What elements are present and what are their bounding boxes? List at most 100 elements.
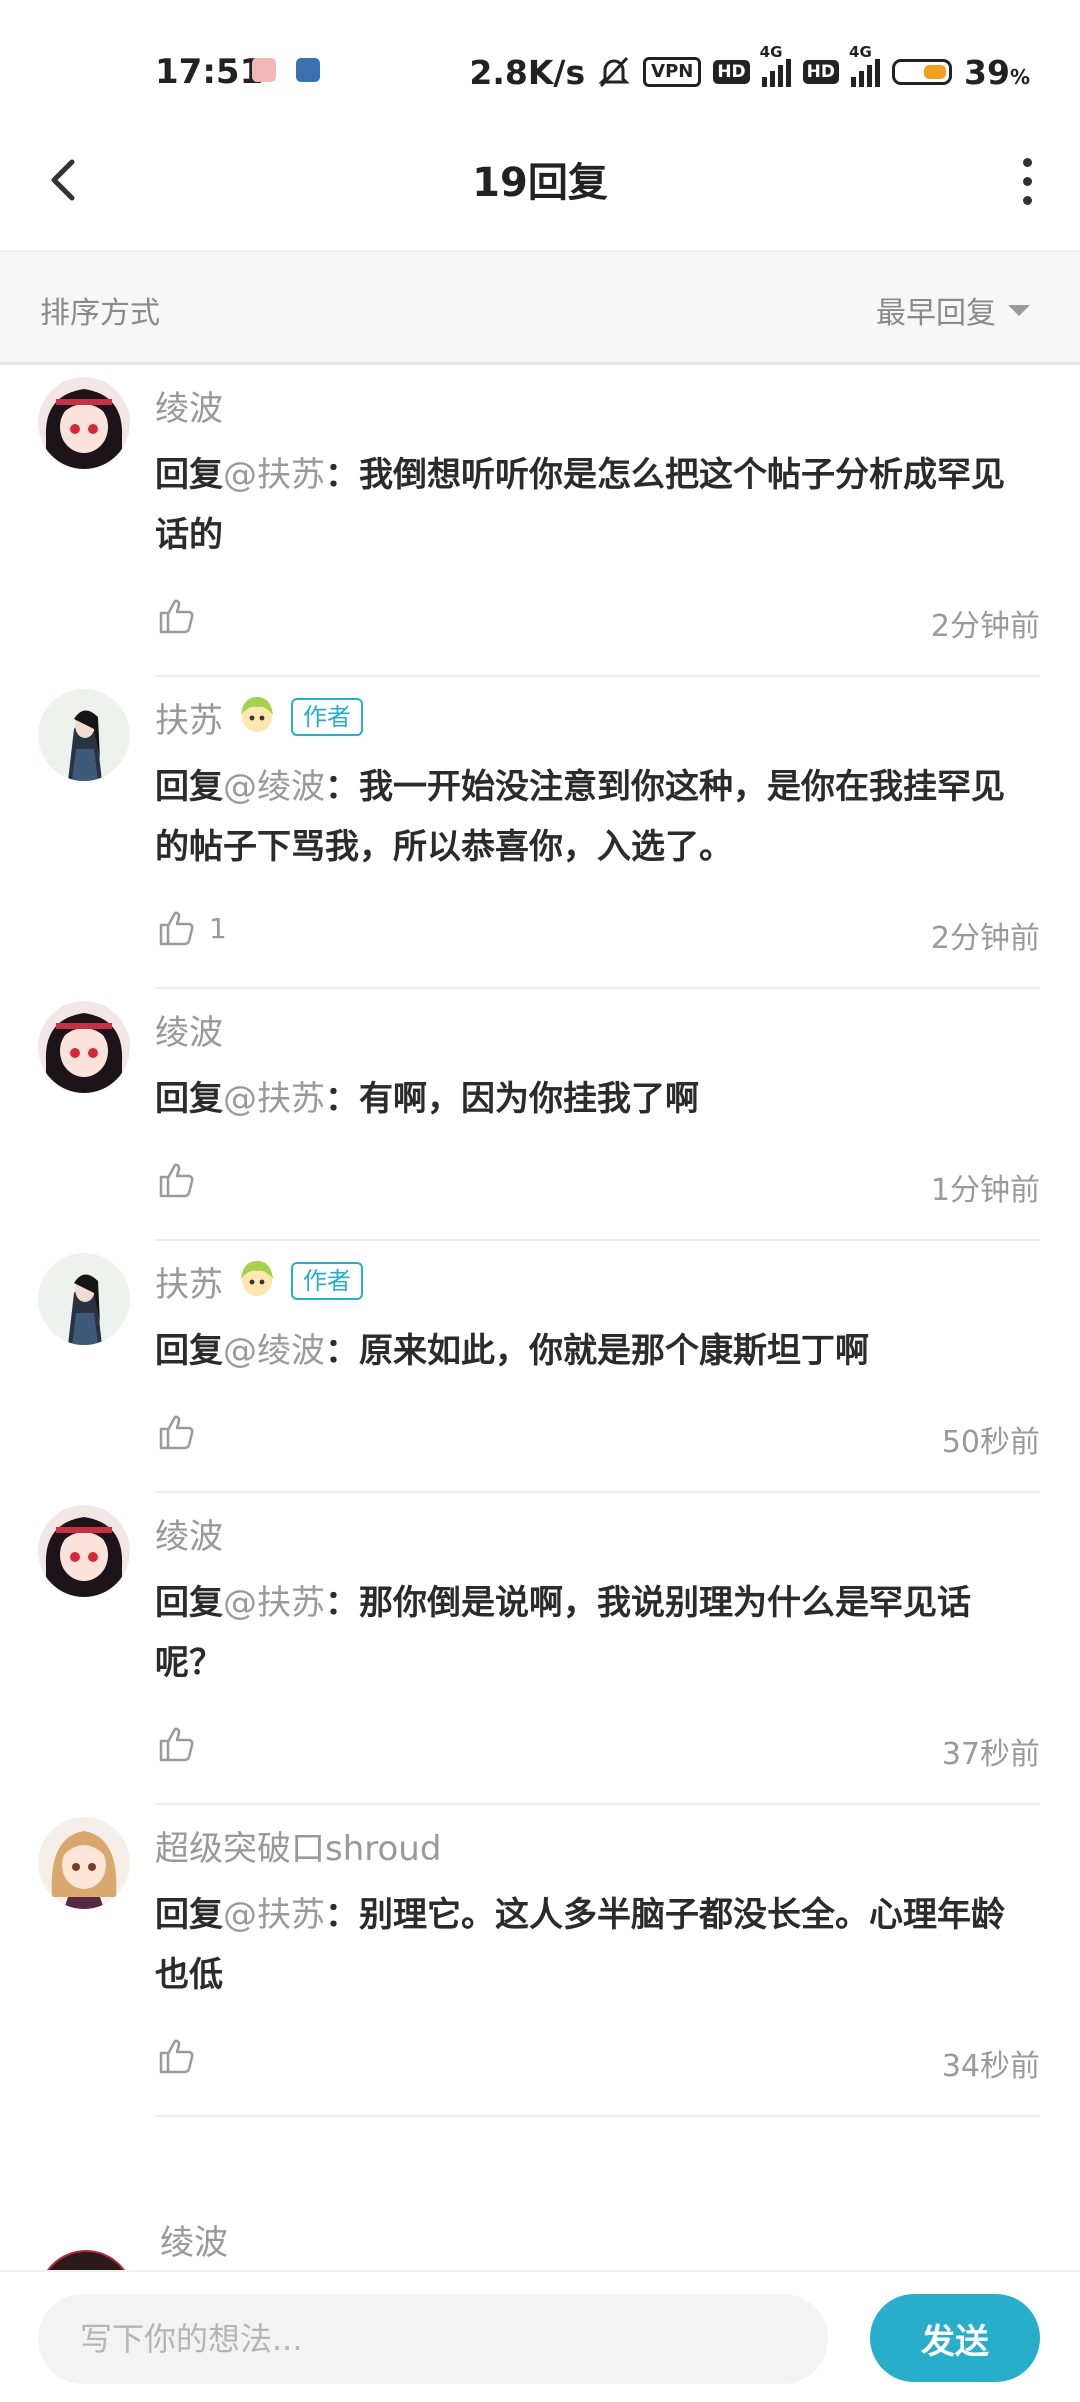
reply-time: 50秒前 xyxy=(941,1425,1040,1460)
avatar[interactable] xyxy=(38,689,130,781)
reply-item[interactable]: 绫波 回复@扶苏：那你倒是说啊，我说别理为什么是罕见话呢？ 37秒前 xyxy=(0,1493,1080,1805)
reply-prefix: 回复 xyxy=(155,1079,223,1119)
more-options-button[interactable] xyxy=(1012,158,1042,205)
reply-author-name[interactable]: 绫波 xyxy=(155,1005,223,1054)
battery-icon xyxy=(892,59,953,85)
vpn-icon: VPN xyxy=(643,57,702,87)
like-count: 1 xyxy=(209,911,227,945)
notification-app-icon xyxy=(252,58,276,82)
reply-header: 扶苏 作者 xyxy=(155,1241,1040,1321)
reply-prefix: 回复 xyxy=(155,1583,223,1623)
reply-time: 37秒前 xyxy=(941,1737,1040,1772)
reply-item[interactable]: 绫波 回复@扶苏：有啊，因为你挂我了啊 1分钟前 xyxy=(0,989,1080,1241)
signal-icon: 4G xyxy=(849,43,881,87)
mention-link[interactable]: @绫波 xyxy=(223,1331,325,1371)
author-tag: 作者 xyxy=(291,698,363,736)
title-bar: 19回复 xyxy=(0,110,1080,252)
comment-composer: 发送 xyxy=(0,2270,1080,2402)
hd-icon: HD xyxy=(713,60,750,84)
reply-prefix: 回复 xyxy=(155,1331,223,1371)
mention-link[interactable]: @扶苏 xyxy=(223,1583,325,1623)
battery-percent: 39% xyxy=(964,52,1030,92)
notification-app-icon xyxy=(296,58,320,82)
caret-down-icon xyxy=(1008,304,1030,316)
reply-content: 回复@扶苏：我倒想听听你是怎么把这个帖子分析成罕见话的 xyxy=(155,445,1030,565)
reply-meta: 2分钟前 xyxy=(155,565,1040,677)
reply-header: 扶苏 作者 xyxy=(155,677,1040,757)
reply-meta: 1 2分钟前 xyxy=(155,877,1040,989)
like-button[interactable]: 1 xyxy=(155,907,227,949)
mention-link[interactable]: @扶苏 xyxy=(223,1895,325,1935)
reply-prefix: 回复 xyxy=(155,767,223,807)
sort-bar: 排序方式 最早回复 xyxy=(0,252,1080,365)
like-button[interactable] xyxy=(155,1159,197,1201)
avatar[interactable] xyxy=(38,1505,130,1597)
mention-link[interactable]: @扶苏 xyxy=(223,455,325,495)
reply-author-name[interactable]: 超级突破口shroud xyxy=(155,1821,441,1870)
comment-input[interactable] xyxy=(38,2294,828,2384)
reply-time: 34秒前 xyxy=(941,2049,1040,2084)
reply-content: 回复@扶苏：那你倒是说啊，我说别理为什么是罕见话呢？ xyxy=(155,1573,1030,1693)
thumbs-up-icon xyxy=(155,2035,197,2077)
reply-content: 回复@扶苏：别理它。这人多半脑子都没长全。心理年龄也低 xyxy=(155,1885,1030,2005)
thumbs-up-icon xyxy=(155,907,197,949)
reply-header: 绫波 xyxy=(155,365,1040,445)
reply-item[interactable]: 绫波 回复@扶苏：我倒想听听你是怎么把这个帖子分析成罕见话的 2分钟前 xyxy=(0,365,1080,677)
partial-reply: 绫波 xyxy=(0,2215,1080,2270)
reply-author-name[interactable]: 绫波 xyxy=(155,381,223,430)
avatar[interactable] xyxy=(38,1817,130,1909)
network-speed: 2.8K/s xyxy=(469,52,586,92)
thumbs-up-icon xyxy=(155,1159,197,1201)
reply-meta: 1分钟前 xyxy=(155,1129,1040,1241)
reply-text: ：原来如此，你就是那个康斯坦丁啊 xyxy=(325,1331,869,1371)
reply-author-name[interactable]: 绫波 xyxy=(155,1509,223,1558)
reply-prefix: 回复 xyxy=(155,455,223,495)
page-title: 19回复 xyxy=(472,160,608,206)
reply-list: 绫波 回复@扶苏：我倒想听听你是怎么把这个帖子分析成罕见话的 2分钟前 扶苏 作者… xyxy=(0,365,1080,2117)
like-button[interactable] xyxy=(155,1723,197,1765)
status-indicators: 2.8K/s VPN HD 4G HD 4G 39% xyxy=(469,43,1030,94)
avatar[interactable] xyxy=(38,2250,134,2270)
reply-text: ：有啊，因为你挂我了啊 xyxy=(325,1079,699,1119)
sort-dropdown[interactable]: 最早回复 xyxy=(876,288,1030,332)
sort-label: 排序方式 xyxy=(40,296,160,331)
reply-author-name[interactable]: 扶苏 xyxy=(155,1257,223,1306)
thumbs-up-icon xyxy=(155,1411,197,1453)
like-button[interactable] xyxy=(155,595,197,637)
thumbs-up-icon xyxy=(155,595,197,637)
reply-author-name[interactable]: 绫波 xyxy=(160,2215,228,2264)
avatar[interactable] xyxy=(38,377,130,469)
reply-content: 回复@扶苏：有啊，因为你挂我了啊 xyxy=(155,1069,1030,1129)
reply-time: 2分钟前 xyxy=(930,921,1040,956)
badge-emoji-icon xyxy=(235,693,279,741)
avatar[interactable] xyxy=(38,1253,130,1345)
badge-emoji-icon xyxy=(235,1257,279,1305)
reply-prefix: 回复 xyxy=(155,1895,223,1935)
reply-item[interactable]: 超级突破口shroud 回复@扶苏：别理它。这人多半脑子都没长全。心理年龄也低 … xyxy=(0,1805,1080,2117)
author-tag: 作者 xyxy=(291,1262,363,1300)
like-button[interactable] xyxy=(155,1411,197,1453)
reply-header: 绫波 xyxy=(155,989,1040,1069)
reply-author-name[interactable]: 扶苏 xyxy=(155,693,223,742)
reply-meta: 37秒前 xyxy=(155,1693,1040,1805)
reply-item[interactable]: 扶苏 作者 回复@绫波：我一开始没注意到你这种，是你在我挂罕见的帖子下骂我，所以恭… xyxy=(0,677,1080,989)
status-time: 17:51 xyxy=(155,52,264,92)
reply-item[interactable]: 扶苏 作者 回复@绫波：原来如此，你就是那个康斯坦丁啊 50秒前 xyxy=(0,1241,1080,1493)
reply-time: 2分钟前 xyxy=(930,609,1040,644)
reply-time: 1分钟前 xyxy=(930,1173,1040,1208)
mention-link[interactable]: @绫波 xyxy=(223,767,325,807)
like-button[interactable] xyxy=(155,2035,197,2077)
sort-value: 最早回复 xyxy=(876,296,996,331)
avatar[interactable] xyxy=(38,1001,130,1093)
reply-meta: 34秒前 xyxy=(155,2005,1040,2117)
mute-bell-icon xyxy=(598,56,630,88)
reply-header: 绫波 xyxy=(155,1493,1040,1573)
hd-icon: HD xyxy=(802,60,840,84)
signal-icon: 4G xyxy=(760,43,791,87)
reply-content: 回复@绫波：原来如此，你就是那个康斯坦丁啊 xyxy=(155,1321,1030,1381)
reply-header: 超级突破口shroud xyxy=(155,1805,1040,1885)
send-button[interactable]: 发送 xyxy=(870,2294,1040,2382)
mention-link[interactable]: @扶苏 xyxy=(223,1079,325,1119)
reply-meta: 50秒前 xyxy=(155,1381,1040,1493)
thumbs-up-icon xyxy=(155,1723,197,1765)
